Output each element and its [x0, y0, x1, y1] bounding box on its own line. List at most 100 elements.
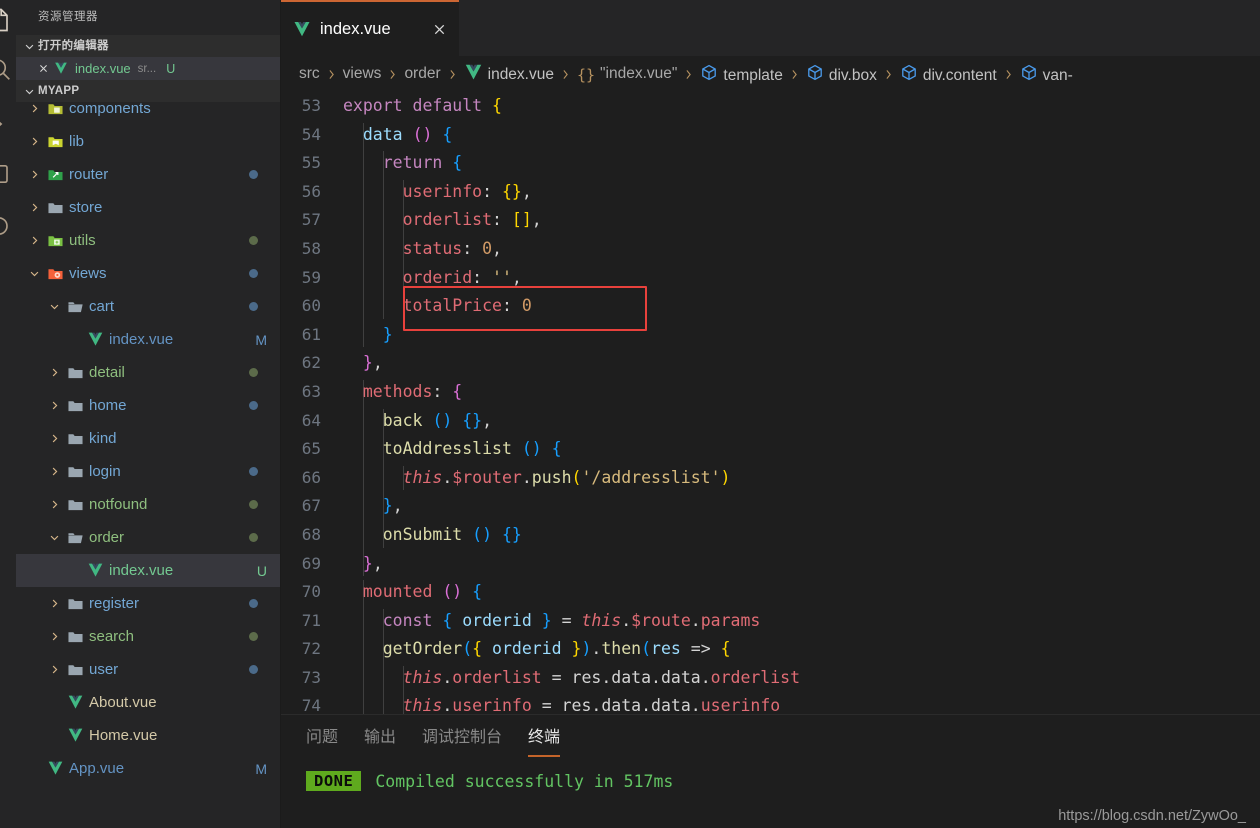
chevron-right-icon[interactable] [44, 598, 64, 609]
tree-folder-router[interactable]: router [16, 158, 280, 191]
chevron-right-icon[interactable] [44, 499, 64, 510]
source-control-icon[interactable] [0, 110, 14, 138]
extensions-icon[interactable] [0, 212, 14, 240]
tree-folder-home[interactable]: home [16, 389, 280, 422]
tab-index-vue[interactable]: index.vue [281, 0, 459, 56]
breadcrumb-label: div.content [922, 66, 997, 84]
tree-folder-notfound[interactable]: notfound [16, 488, 280, 521]
code-line: 55 return { [281, 149, 1260, 178]
breadcrumb-item-views[interactable]: views [343, 65, 382, 83]
folder-icon [64, 398, 86, 413]
tree-folder-utils[interactable]: utils [16, 224, 280, 257]
files-explorer-icon[interactable] [0, 6, 14, 34]
chevron-down-icon[interactable] [24, 268, 44, 279]
code-line: 61 } [281, 321, 1260, 350]
chevron-right-icon[interactable] [44, 631, 64, 642]
panel-tab-2[interactable]: 输出 [364, 723, 396, 757]
chevron-right-icon[interactable] [44, 433, 64, 444]
chevron-right-icon[interactable] [24, 235, 44, 246]
tree-folder-lib[interactable]: lib [16, 125, 280, 158]
chevron-down-icon[interactable] [44, 532, 64, 543]
code-line: 70 mounted () { [281, 578, 1260, 607]
open-editor-badge: U [166, 61, 176, 76]
chevron-right-icon[interactable] [24, 202, 44, 213]
run-debug-icon[interactable] [0, 160, 14, 188]
chevron-right-icon[interactable] [44, 367, 64, 378]
panel-tab-3[interactable]: 调试控制台 [422, 723, 502, 757]
tree-file-home-vue[interactable]: Home.vue [16, 719, 280, 752]
tree-folder-store[interactable]: store [16, 191, 280, 224]
tree-item-label: detail [89, 364, 125, 381]
tree-file-about-vue[interactable]: About.vue [16, 686, 280, 719]
tree-item-label: index.vue [109, 562, 174, 579]
tree-folder-login[interactable]: login [16, 455, 280, 488]
chevron-right-icon[interactable] [24, 103, 44, 114]
tree-file-app-vue[interactable]: App.vue M [16, 752, 280, 785]
tree-folder-kind[interactable]: kind [16, 422, 280, 455]
chevron-down-icon[interactable] [44, 301, 64, 312]
breadcrumb-item-src[interactable]: src [299, 65, 320, 83]
search-icon[interactable] [0, 56, 14, 84]
chevron-down-icon [20, 37, 38, 55]
tree-folder-search[interactable]: search [16, 620, 280, 653]
line-number: 55 [301, 153, 321, 173]
tree-folder-user[interactable]: user [16, 653, 280, 686]
tree-file-index-vue[interactable]: index.vue U [16, 554, 280, 587]
line-number: 73 [301, 667, 321, 687]
code-line-text: userinfo: {}, [402, 181, 532, 201]
line-number: 71 [301, 610, 321, 630]
breadcrumb-item-order[interactable]: order [404, 65, 440, 83]
panel-tab-1[interactable]: 问题 [306, 723, 338, 757]
chevron-right-icon[interactable] [24, 136, 44, 147]
tree-item-label: utils [69, 232, 96, 249]
line-number: 61 [301, 324, 321, 344]
code-editor[interactable]: 53 export default {54 data () {55 return … [281, 92, 1260, 714]
tree-file-index-vue[interactable]: index.vue M [16, 323, 280, 356]
tree-item-label: search [89, 628, 135, 645]
tree-item-label: register [89, 595, 140, 612]
line-number: 58 [301, 238, 321, 258]
vue-file-icon [84, 563, 106, 578]
breadcrumb-label: views [342, 65, 382, 82]
chevron-right-icon[interactable] [44, 400, 64, 411]
code-line: 66 this.$router.push('/addresslist') [281, 464, 1260, 493]
tree-status-dot [249, 236, 258, 245]
code-line: 59 orderid: '', [281, 264, 1260, 293]
workspace-section-header[interactable]: MYAPP [16, 80, 280, 102]
code-line-text: } [382, 324, 393, 344]
tree-folder-order[interactable]: order [16, 521, 280, 554]
code-line-text: orderlist: [], [402, 210, 542, 230]
folder-open-icon [64, 530, 86, 545]
tree-item-label: index.vue [109, 331, 174, 348]
tree-folder-register[interactable]: register [16, 587, 280, 620]
breadcrumb-item-indexvue[interactable]: {} "index.vue" [577, 65, 677, 84]
breadcrumb-item-indexvue[interactable]: index.vue [464, 64, 554, 84]
breadcrumb-item-van[interactable]: van- [1020, 64, 1073, 85]
file-tree: components lib router store utils views cart in… [16, 102, 280, 828]
tree-item-label: order [89, 529, 125, 546]
open-editors-label: 打开的编辑器 [38, 40, 109, 52]
tree-folder-detail[interactable]: detail [16, 356, 280, 389]
open-editors-section-header[interactable]: 打开的编辑器 [16, 35, 280, 57]
code-line: 69 }, [281, 550, 1260, 579]
line-number: 72 [301, 639, 321, 659]
line-number: 64 [301, 410, 321, 430]
tree-folder-cart[interactable]: cart [16, 290, 280, 323]
open-editor-item-index-vue[interactable]: index.vue sr... U [16, 57, 280, 80]
line-number: 66 [301, 467, 321, 487]
close-icon[interactable] [34, 60, 52, 78]
breadcrumb-item-divcontent[interactable]: div.content [900, 64, 997, 85]
code-line-text: mounted () { [362, 582, 483, 602]
panel-tab-4[interactable]: 终端 [528, 723, 561, 757]
code-line-text: orderid: '', [402, 267, 522, 287]
chevron-right-icon[interactable] [24, 169, 44, 180]
tree-folder-components[interactable]: components [16, 102, 280, 125]
chevron-right-icon[interactable] [44, 664, 64, 675]
chevron-right-icon[interactable] [44, 466, 64, 477]
breadcrumb-item-divbox[interactable]: div.box [806, 64, 877, 85]
breadcrumb-item-template[interactable]: template [700, 64, 783, 85]
tree-folder-views[interactable]: views [16, 257, 280, 290]
activity-bar [0, 0, 16, 828]
close-icon[interactable] [432, 22, 447, 37]
tree-git-badge: M [255, 331, 267, 348]
